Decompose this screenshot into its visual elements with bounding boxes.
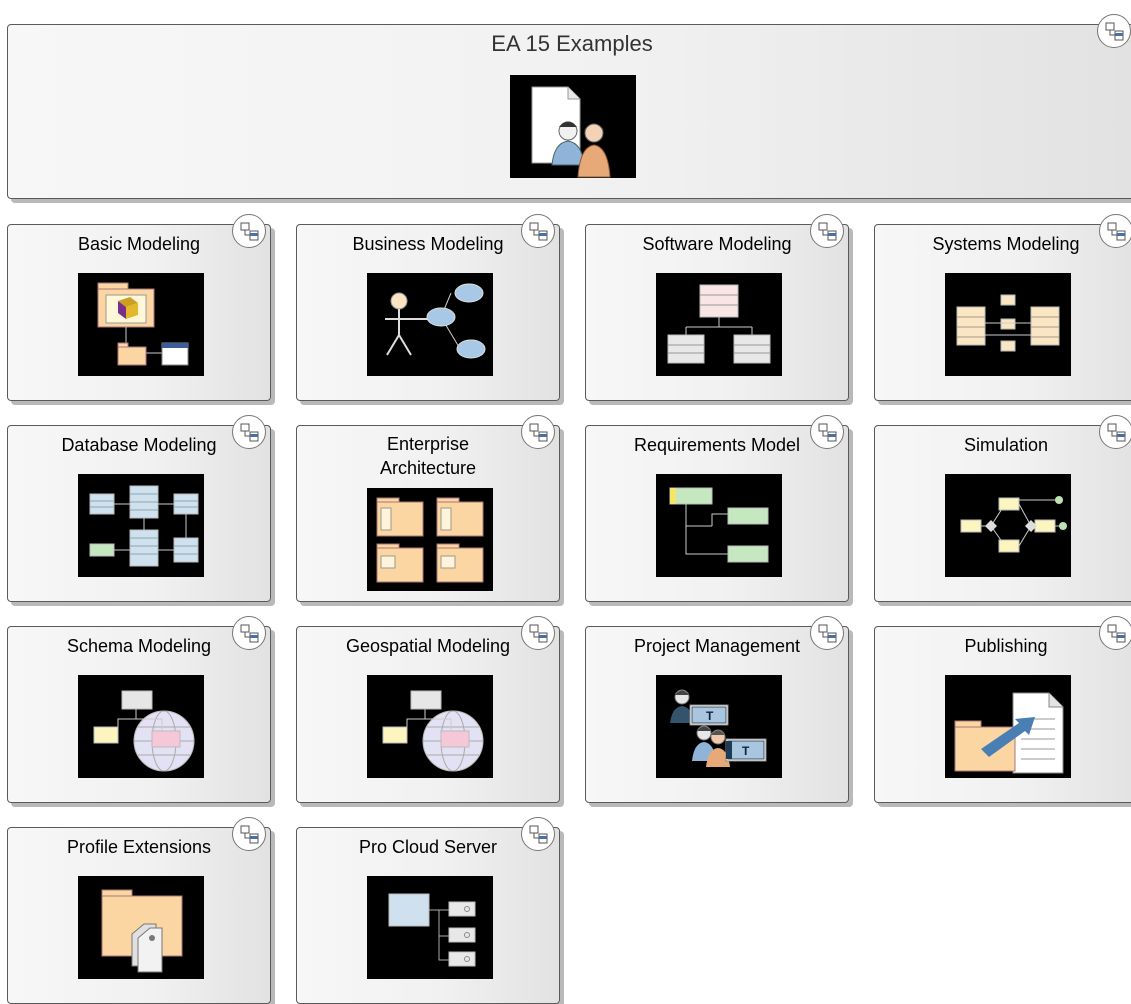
basic-modeling-box[interactable]: Basic Modeling [7, 224, 271, 401]
team-tasks-icon: T T [656, 675, 782, 778]
navigate-diagram-icon[interactable] [521, 415, 555, 449]
tile-title: Pro Cloud Server [358, 837, 498, 857]
tile-title: Simulation [963, 435, 1049, 455]
svg-text:T: T [706, 709, 714, 723]
actor-usecase-icon [367, 273, 493, 376]
tile-title: Geospatial Modeling [345, 636, 511, 656]
schema-globe-icon [78, 675, 204, 778]
navigate-diagram-icon[interactable] [232, 214, 266, 248]
examples-root-box[interactable]: EA 15 Examples [7, 24, 1131, 199]
tile-title: Profile Extensions [66, 837, 212, 857]
tile-title: Database Modeling [61, 435, 217, 455]
architecture-packages-icon [367, 488, 493, 591]
tile-title: Publishing [964, 636, 1048, 656]
tile-title: Project Management [633, 636, 801, 656]
simulation-flow-icon [945, 474, 1071, 577]
business-modeling-box[interactable]: Business Modeling [296, 224, 560, 401]
publishing-box[interactable]: Publishing [874, 626, 1131, 803]
geospatial-modeling-box[interactable]: Geospatial Modeling [296, 626, 560, 803]
tile-title: Requirements Model [633, 435, 801, 455]
requirements-model-box[interactable]: Requirements Model [585, 425, 849, 602]
navigate-diagram-icon[interactable] [1099, 214, 1131, 248]
navigate-diagram-icon[interactable] [232, 415, 266, 449]
block-ports-icon [945, 273, 1071, 376]
project-management-box[interactable]: Project Management T T [585, 626, 849, 803]
simulation-box[interactable]: Simulation [874, 425, 1131, 602]
navigate-diagram-icon[interactable] [232, 817, 266, 851]
tile-title: Business Modeling [352, 234, 504, 254]
schema-modeling-box[interactable]: Schema Modeling [7, 626, 271, 803]
geospatial-globe-icon [367, 675, 493, 778]
navigate-diagram-icon[interactable] [1099, 616, 1131, 650]
navigate-diagram-icon[interactable] [1097, 14, 1131, 48]
cloud-server-icon [367, 876, 493, 979]
requirements-tree-icon [656, 474, 782, 577]
tile-title: Software Modeling [642, 234, 792, 254]
database-tables-icon [78, 474, 204, 577]
enterprise-architecture-box[interactable]: Enterprise Architecture [296, 425, 560, 602]
navigate-diagram-icon[interactable] [810, 214, 844, 248]
database-modeling-box[interactable]: Database Modeling [7, 425, 271, 602]
root-title: EA 15 Examples [491, 31, 653, 56]
svg-text:T: T [742, 744, 750, 758]
software-modeling-box[interactable]: Software Modeling [585, 224, 849, 401]
tile-title: Schema Modeling [66, 636, 212, 656]
navigate-diagram-icon[interactable] [521, 214, 555, 248]
class-hierarchy-icon [656, 273, 782, 376]
navigate-diagram-icon[interactable] [1099, 415, 1131, 449]
tile-title: Systems Modeling [932, 234, 1080, 254]
publish-document-icon [945, 675, 1071, 778]
package-cube-icon [78, 273, 204, 376]
systems-modeling-box[interactable]: Systems Modeling [874, 224, 1131, 401]
navigate-diagram-icon[interactable] [521, 817, 555, 851]
navigate-diagram-icon[interactable] [810, 415, 844, 449]
tile-title: Enterprise Architecture [379, 434, 477, 478]
users-document-icon [510, 75, 636, 178]
profile-tag-icon [78, 876, 204, 979]
navigate-diagram-icon[interactable] [521, 616, 555, 650]
tile-title: Basic Modeling [77, 234, 201, 254]
pro-cloud-server-box[interactable]: Pro Cloud Server [296, 827, 560, 1004]
navigate-diagram-icon[interactable] [810, 616, 844, 650]
profile-extensions-box[interactable]: Profile Extensions [7, 827, 271, 1004]
navigate-diagram-icon[interactable] [232, 616, 266, 650]
